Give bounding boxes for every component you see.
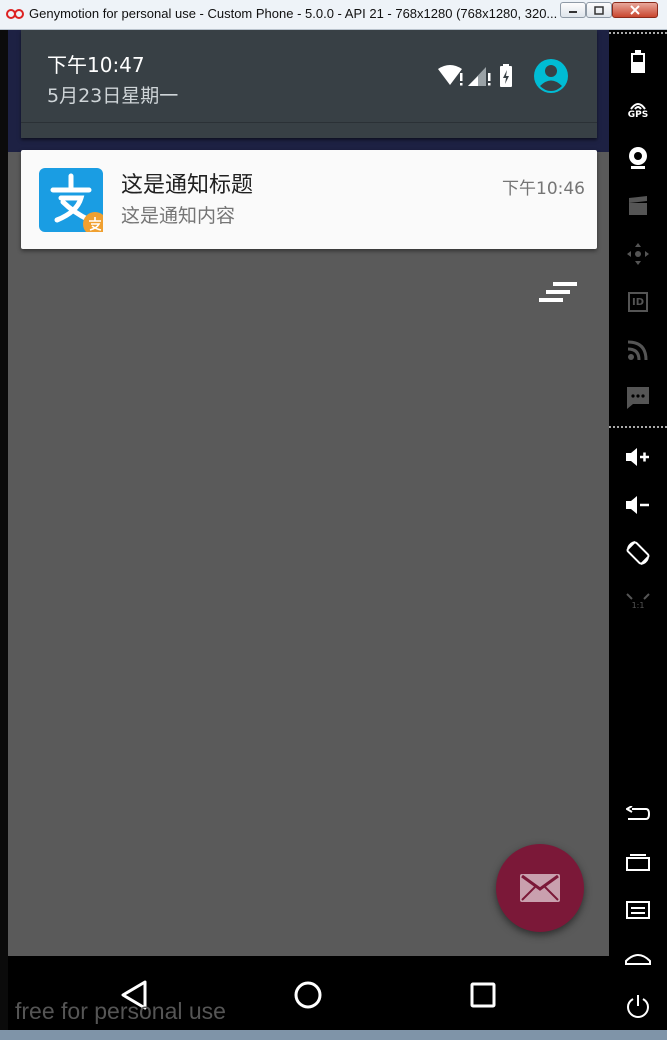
menu-button[interactable] [618,890,658,930]
remote-control-widget-button[interactable] [618,234,658,274]
sidebar-divider-top [609,32,667,34]
volume-down-button[interactable] [618,485,658,525]
scale-label: 1:1 [631,600,645,610]
volume-up-button[interactable] [618,437,658,477]
maximize-icon [594,5,604,15]
battery-icon [500,64,512,87]
phone-widget-button[interactable] [618,378,658,418]
navigation-bar: free for personal use [8,956,609,1030]
capture-widget-button[interactable] [618,186,658,226]
alipay-icon [39,168,103,232]
date-label: 5月23日星期一 [47,85,179,107]
rss-icon [627,340,648,361]
rotate-button[interactable] [618,533,658,573]
webcam-icon [629,147,647,169]
minimize-icon [569,11,577,13]
dpad-icon [627,243,649,265]
battery-widget-icon [631,50,645,73]
genymotion-logo-icon [6,9,24,19]
notification-content: 这是通知内容 [121,205,236,227]
id-card-icon: ID [628,292,648,312]
camera-widget-button[interactable] [618,138,658,178]
recent-apps-button[interactable] [618,842,658,882]
quick-settings-header[interactable]: 下午10:47 5月23日星期一 [21,30,597,138]
signal-icon [468,67,491,86]
notification-time: 下午10:46 [502,179,585,199]
gps-label: GPS [627,109,649,120]
window-title-bar: Genymotion for personal use - Custom Pho… [0,0,667,30]
close-icon [630,5,640,15]
battery-widget-button[interactable] [618,42,658,82]
clock-time: 下午10:47 [47,53,145,77]
clear-all-icon[interactable] [539,280,579,308]
notification-card[interactable]: 这是通知标题 这是通知内容 下午10:46 [21,150,597,249]
nav-home-button[interactable] [286,973,330,1017]
home-circle-icon [294,981,322,1009]
pixel-perfect-button[interactable]: 1:1 [618,581,658,621]
header-divider [21,122,597,123]
close-button[interactable] [612,2,658,18]
power-icon [626,995,650,1018]
back-button[interactable] [618,794,658,834]
screen-rotation-icon [626,541,650,565]
genymotion-sidebar: GPS ID 1:1 [609,30,667,1030]
mail-icon [520,874,560,902]
minimize-button[interactable] [560,2,586,18]
personal-use-watermark: free for personal use [15,998,226,1024]
status-icons [437,58,569,94]
identifiers-widget-button[interactable]: ID [618,282,658,322]
clapperboard-icon [629,196,647,215]
window-title: Genymotion for personal use - Custom Pho… [29,6,558,21]
home-button[interactable] [618,938,658,978]
home-icon [625,954,651,965]
pixel-perfect-icon [626,592,650,600]
volume-down-icon [626,496,649,514]
gps-widget-button[interactable]: GPS [618,90,658,130]
mail-fab-button[interactable] [496,844,584,932]
sms-icon [627,387,649,409]
window-bottom-border [0,1030,667,1040]
recent-apps-icon [470,982,496,1008]
menu-icon [626,901,650,919]
notification-title: 这是通知标题 [121,173,254,198]
gps-signal-icon [630,102,646,110]
sidebar-divider-middle [609,426,667,428]
android-screen: 下午10:47 5月23日星期一 这是通知标题 这是通知内容 下午10:46 f… [8,30,609,1030]
recent-apps-stack-icon [626,854,650,871]
user-avatar-icon[interactable] [533,58,569,94]
id-label: ID [631,296,645,308]
volume-up-icon [626,448,649,466]
network-widget-button[interactable] [618,330,658,370]
maximize-button[interactable] [586,2,612,18]
back-arrow-icon [626,806,650,820]
power-button[interactable] [618,986,658,1026]
nav-recent-apps-button[interactable] [461,973,505,1017]
wifi-icon [438,65,463,86]
